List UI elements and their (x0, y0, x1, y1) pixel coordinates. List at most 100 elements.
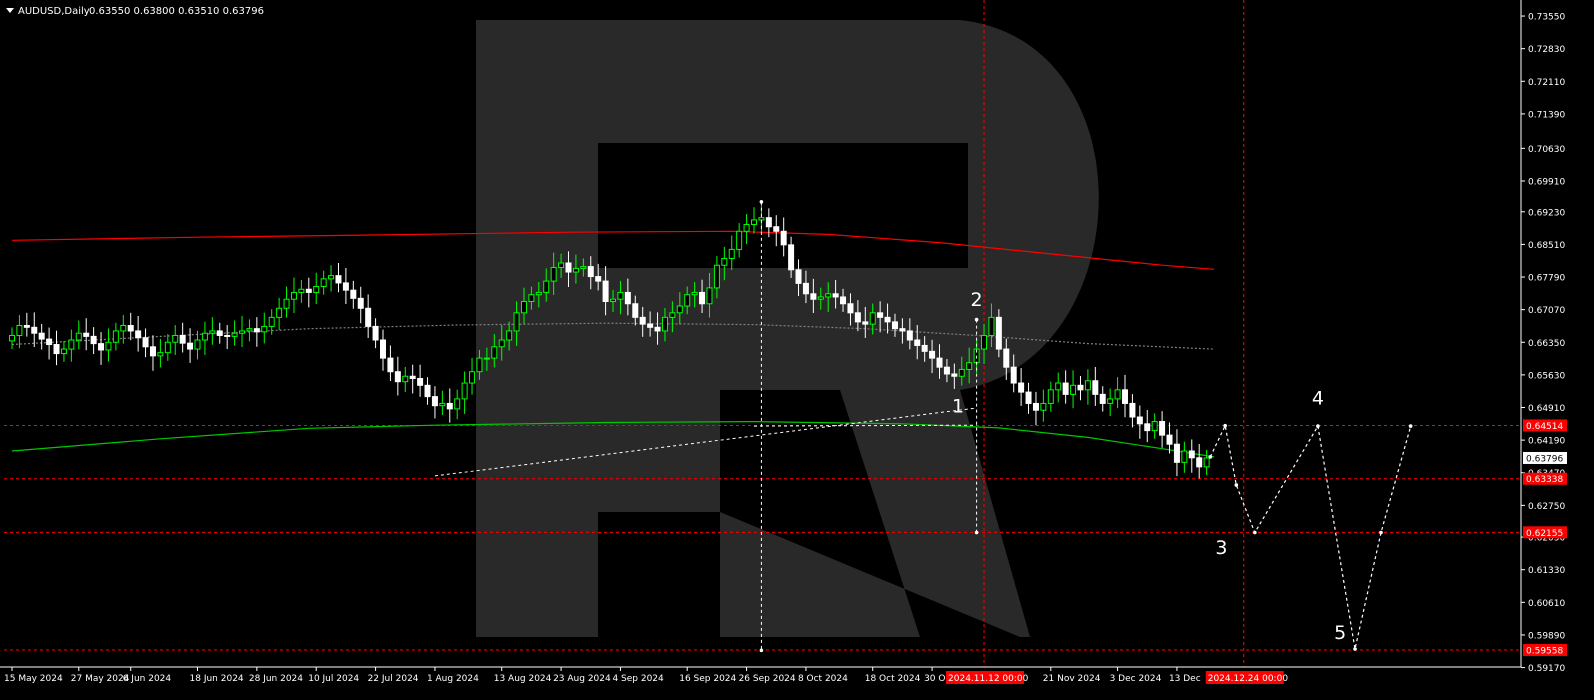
candle-body (1136, 416, 1143, 425)
candle-body (298, 288, 305, 293)
candle-body (981, 334, 988, 350)
candle-body (884, 316, 891, 323)
y-tick-label: 0.72110 (1528, 78, 1565, 88)
candle-body (891, 321, 898, 330)
candle-body (1173, 443, 1180, 463)
chart-header: AUDUSD,Daily 0.63550 0.63800 0.63510 0.6… (6, 6, 264, 17)
x-tick-label: 10 Jul 2024 (308, 674, 359, 684)
candle-body (713, 264, 720, 289)
candle-body (268, 316, 275, 327)
candle-body (506, 330, 513, 341)
forecast-node (1379, 530, 1383, 535)
candle-body (83, 332, 90, 337)
candle-body (305, 288, 312, 293)
candle-body (498, 339, 505, 348)
candle-body (1151, 421, 1158, 432)
candle-body (231, 332, 238, 337)
price-tag-label: 0.63338 (1526, 475, 1563, 485)
wave-label: 2 (971, 289, 983, 311)
candle-body (1010, 366, 1017, 384)
candle-body (164, 341, 171, 354)
candle-body (9, 334, 15, 342)
candle-body (751, 219, 757, 225)
candle-body (676, 305, 683, 314)
candle-body (921, 344, 928, 352)
x-tick-label: 13 Dec (1169, 674, 1201, 684)
price-tag-label: 0.62155 (1526, 529, 1563, 539)
candle-body (1040, 402, 1047, 411)
candle-body (1166, 434, 1173, 445)
candle-body (1077, 384, 1084, 391)
candle-body (1018, 382, 1025, 393)
y-tick-label: 0.59890 (1528, 631, 1565, 641)
candle-body (290, 291, 297, 300)
x-tick-label: 26 Sep 2024 (739, 674, 796, 684)
candle-body (454, 398, 461, 410)
forecast-node (1408, 424, 1413, 428)
candle-body (38, 332, 45, 340)
candle-body (194, 339, 201, 350)
candle-body (602, 280, 609, 302)
candle-body (149, 346, 156, 357)
candle-body (417, 378, 424, 386)
candle-body (780, 230, 787, 246)
candle-body (409, 375, 416, 380)
candle-body (699, 291, 706, 305)
candle-body (1084, 380, 1091, 391)
forecast-node (1223, 423, 1227, 428)
candle-body (513, 312, 520, 332)
x-tick-label: 3 Dec 2024 (1110, 674, 1162, 684)
x-tick-label: 21 Nov 2024 (1043, 674, 1101, 684)
symbol-label: AUDUSD,Daily (18, 6, 90, 17)
candle-body (365, 307, 372, 327)
price-chart[interactable]: 1 2 3 4 5 0.73550 0.72830 0.72110 0.71390 0.7063… (0, 0, 1594, 700)
candle-body (610, 298, 617, 302)
candle-body (328, 275, 335, 280)
candle-body (1062, 382, 1069, 395)
wave-label: 1 (952, 395, 964, 417)
candle-body (832, 293, 839, 298)
candle-body (929, 350, 936, 359)
candle-body (372, 325, 379, 341)
candle-body (951, 373, 958, 377)
candle-body (342, 282, 349, 291)
candle-body (862, 321, 869, 325)
x-tick-label: 15 May 2024 (4, 674, 63, 684)
candle-body (120, 325, 127, 332)
y-tick-label: 0.70630 (1528, 145, 1565, 155)
candle-body (68, 339, 75, 350)
x-tick-label: 23 Aug 2024 (553, 674, 611, 684)
candle-body (535, 291, 542, 296)
candle-body (1003, 348, 1010, 368)
candle-body (854, 312, 861, 323)
candle-body (216, 330, 223, 336)
candle-body (439, 402, 446, 407)
y-tick-label: 0.68510 (1528, 241, 1565, 251)
x-tick-label: 28 Jun 2024 (249, 674, 303, 684)
x-tick-label: 4 Sep 2024 (612, 674, 664, 684)
candle-body (1047, 389, 1054, 404)
candle-body (283, 298, 290, 309)
candle-body (565, 262, 572, 273)
time-tag-label: 2024.12.24 00:00 (1208, 674, 1289, 684)
y-tick-label: 0.67790 (1528, 274, 1565, 284)
candle-body (483, 357, 490, 360)
candle-body (728, 248, 735, 259)
candle-body (1032, 402, 1039, 411)
candle-body (936, 357, 943, 368)
candle-body (261, 325, 268, 333)
candle-body (476, 357, 483, 373)
candle-body (795, 269, 802, 284)
candle-body (1203, 457, 1210, 468)
candle-body (60, 348, 67, 355)
candle-body (528, 294, 535, 302)
y-tick-label: 0.61330 (1528, 566, 1565, 576)
candle-body (53, 344, 60, 355)
candle-body (669, 312, 676, 318)
candle-body (736, 230, 743, 250)
candle-body (817, 296, 824, 300)
y-tick-label: 0.72830 (1528, 45, 1565, 55)
candle-body (335, 275, 342, 284)
candle-body (209, 330, 216, 334)
forecast-node (1316, 424, 1320, 428)
